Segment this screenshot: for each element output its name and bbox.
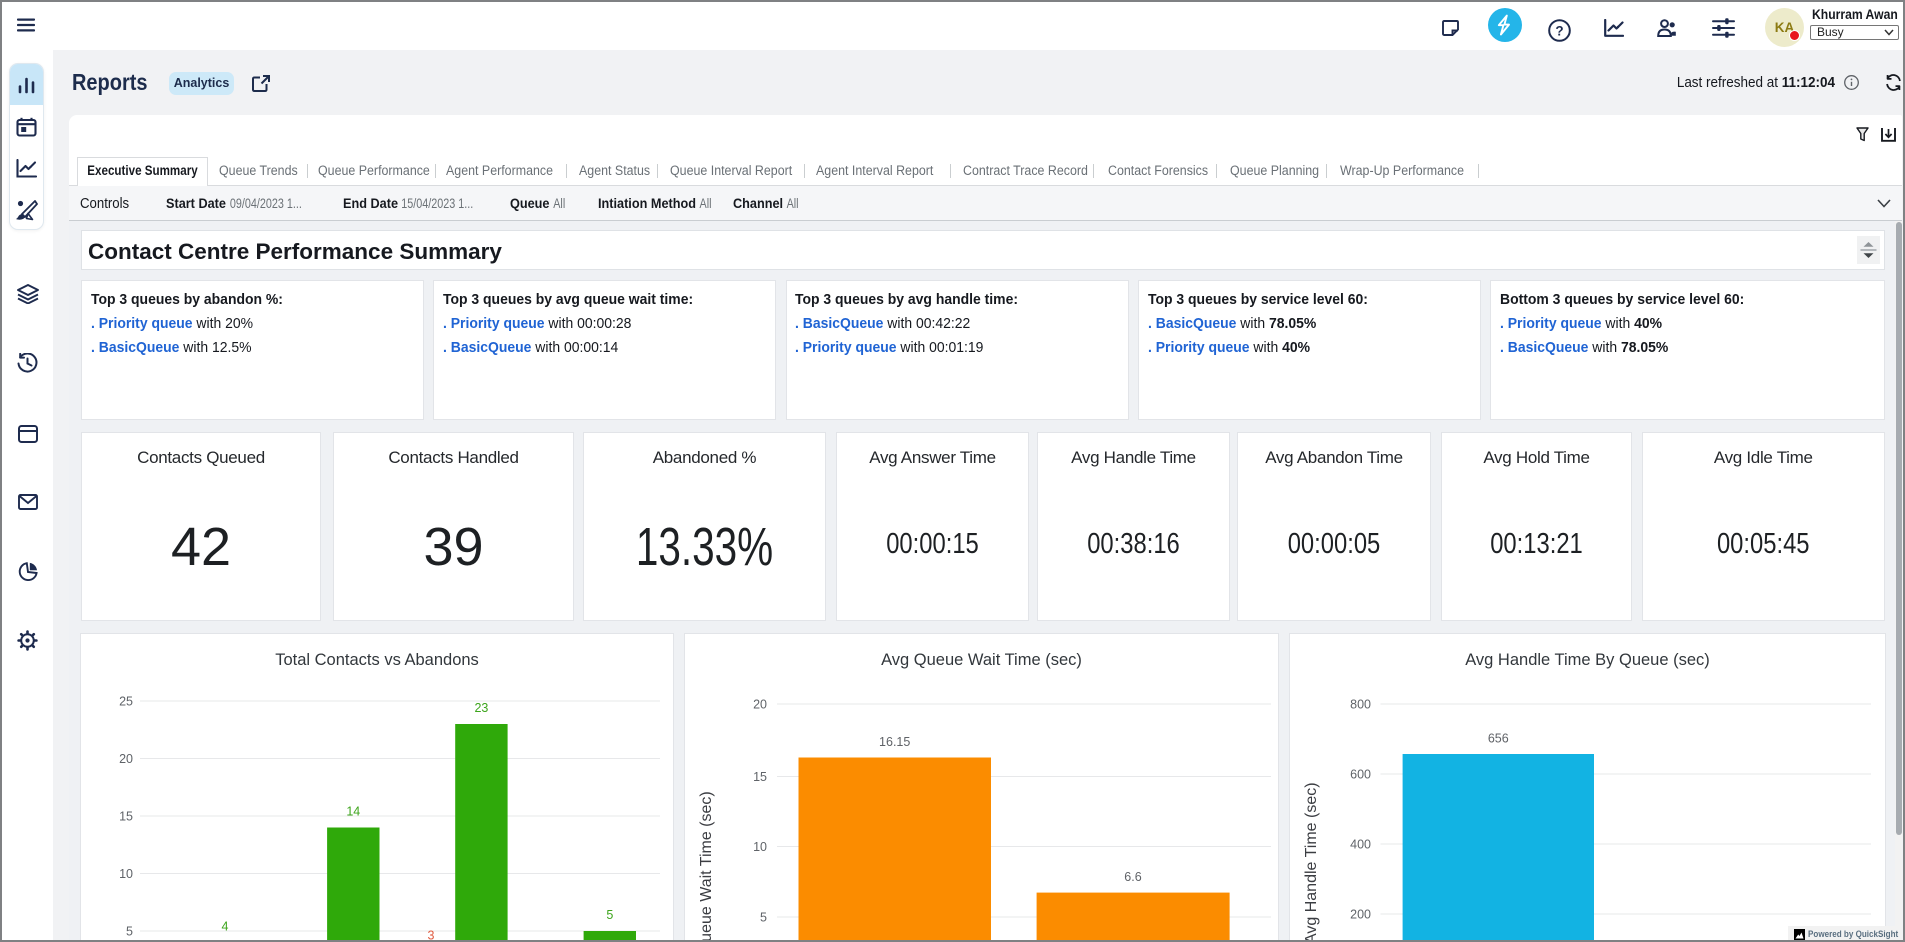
svg-text:14: 14 — [346, 805, 360, 819]
svg-text:23: 23 — [474, 701, 488, 715]
svg-text:25: 25 — [119, 695, 133, 709]
svg-text:Avg Handle Time By Queue (sec): Avg Handle Time By Queue (sec) — [1465, 651, 1710, 669]
svg-text:5: 5 — [126, 925, 133, 939]
svg-text:15: 15 — [753, 770, 767, 784]
svg-text:?: ? — [1555, 23, 1563, 38]
svg-text:Avg Handle Time (sec): Avg Handle Time (sec) — [1303, 782, 1320, 940]
svg-text:656: 656 — [1488, 732, 1509, 746]
svg-text:Total Contacts vs Abandons: Total Contacts vs Abandons — [275, 651, 479, 669]
svg-text:4: 4 — [222, 920, 229, 934]
svg-text:3: 3 — [428, 929, 435, 940]
svg-text:20: 20 — [119, 752, 133, 766]
svg-text:200: 200 — [1350, 908, 1371, 922]
svg-text:15: 15 — [119, 810, 133, 824]
svg-text:800: 800 — [1350, 698, 1371, 712]
svg-text:10: 10 — [119, 867, 133, 881]
svg-text:Avg Queue Wait Time (sec): Avg Queue Wait Time (sec) — [698, 791, 715, 940]
svg-text:5: 5 — [606, 908, 613, 922]
svg-text:5: 5 — [760, 911, 767, 925]
svg-text:400: 400 — [1350, 838, 1371, 852]
svg-text:10: 10 — [753, 840, 767, 854]
svg-text:6.6: 6.6 — [1124, 870, 1141, 884]
svg-text:600: 600 — [1350, 768, 1371, 782]
svg-text:20: 20 — [753, 698, 767, 712]
svg-text:Avg Queue Wait Time (sec): Avg Queue Wait Time (sec) — [881, 651, 1082, 669]
svg-text:16.15: 16.15 — [879, 735, 910, 749]
